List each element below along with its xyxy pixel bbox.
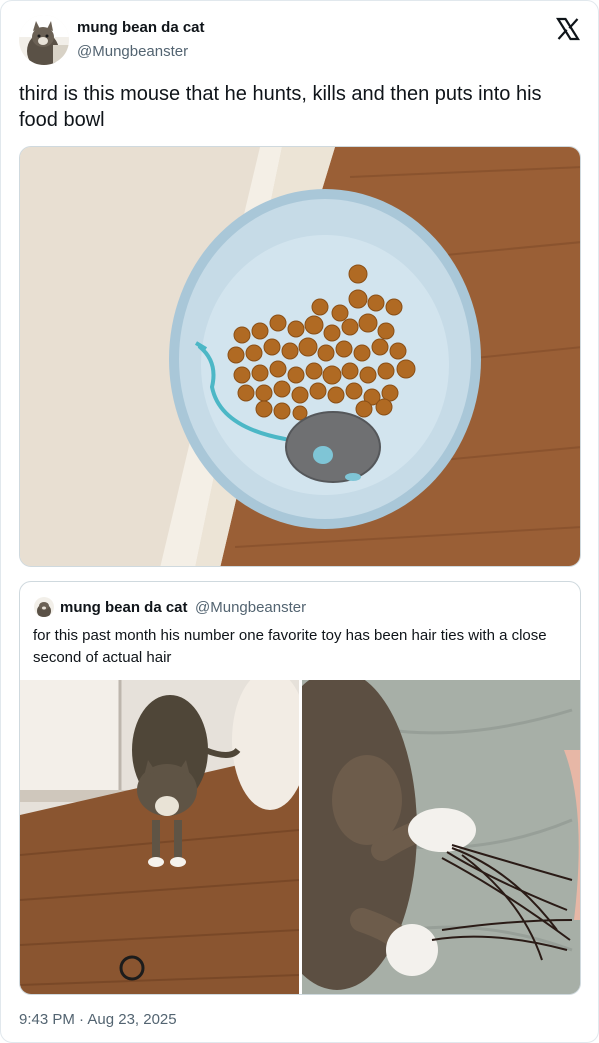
tweet-card: mung bean da cat @Mungbeanster third is …: [0, 0, 599, 1043]
author-display-name[interactable]: mung bean da cat: [77, 19, 205, 36]
quoted-tweet-text: for this past month his number one favor…: [33, 627, 547, 666]
quoted-author-display-name: mung bean da cat: [60, 599, 188, 616]
quoted-tweet[interactable]: mung bean da cat @Mungbeanster for this …: [19, 581, 581, 995]
quoted-photo-left[interactable]: [20, 680, 299, 994]
tweet-photo[interactable]: [19, 146, 581, 567]
quoted-author-avatar: [34, 597, 54, 617]
quoted-photo-right[interactable]: [302, 680, 580, 994]
author-avatar[interactable]: [19, 15, 69, 65]
author-handle[interactable]: @Mungbeanster: [77, 43, 188, 60]
quoted-author-handle: @Mungbeanster: [195, 599, 307, 616]
tweet-timestamp[interactable]: 9:43 PM · Aug 23, 2025: [19, 1011, 177, 1028]
tweet-text: third is this mouse that he hunts, kills…: [19, 83, 542, 131]
x-logo-icon[interactable]: [556, 17, 580, 41]
